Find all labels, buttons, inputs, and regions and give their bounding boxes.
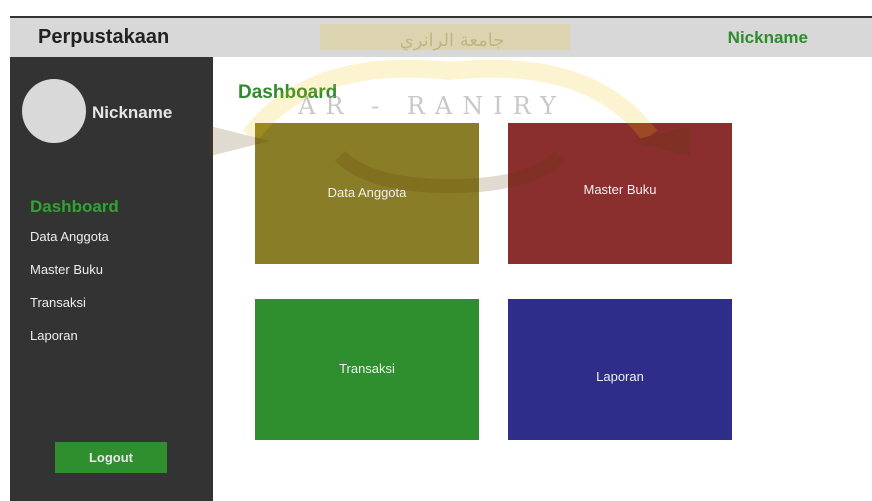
sidebar-nav: Dashboard Data Anggota Master Buku Trans… bbox=[30, 197, 119, 361]
sidebar-item-transaksi[interactable]: Transaksi bbox=[30, 295, 119, 310]
card-transaksi[interactable]: Transaksi bbox=[255, 299, 479, 440]
card-label: Laporan bbox=[596, 369, 644, 384]
sidebar-item-laporan[interactable]: Laporan bbox=[30, 328, 119, 343]
sidebar-item-data-anggota[interactable]: Data Anggota bbox=[30, 229, 119, 244]
app-title: Perpustakaan bbox=[38, 26, 170, 48]
watermark-text: AR - RANIRY bbox=[297, 92, 566, 120]
sidebar-item-master-buku[interactable]: Master Buku bbox=[30, 262, 119, 277]
card-data-anggota[interactable]: Data Anggota bbox=[255, 123, 479, 264]
logout-button[interactable]: Logout bbox=[55, 442, 167, 473]
card-laporan[interactable]: Laporan bbox=[508, 299, 732, 440]
card-master-buku[interactable]: Master Buku bbox=[508, 123, 732, 264]
sidebar: Nickname Dashboard Data Anggota Master B… bbox=[10, 57, 213, 501]
card-label: Transaksi bbox=[339, 361, 395, 376]
page-title: Dashboard bbox=[238, 82, 338, 103]
sidebar-nickname: Nickname bbox=[92, 103, 173, 122]
card-label: Data Anggota bbox=[327, 185, 407, 200]
sidebar-item-dashboard[interactable]: Dashboard bbox=[30, 197, 119, 217]
header-nickname[interactable]: Nickname bbox=[728, 28, 808, 48]
app-window: Perpustakaan Nickname Nickname Dashboard… bbox=[10, 16, 872, 501]
card-label: Master Buku bbox=[583, 182, 657, 197]
avatar bbox=[22, 79, 86, 143]
top-header: Perpustakaan Nickname bbox=[10, 16, 872, 57]
